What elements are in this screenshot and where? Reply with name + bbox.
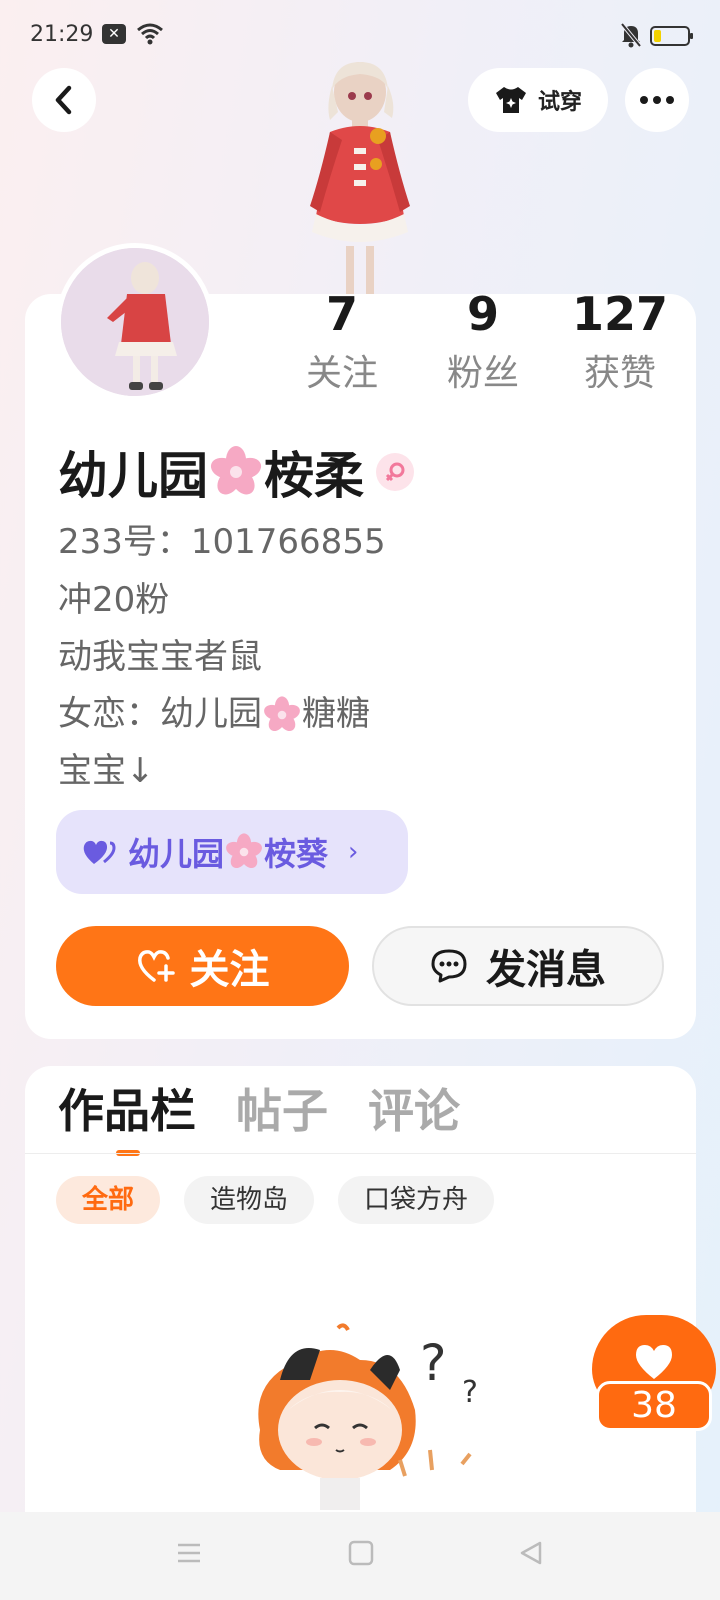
cp-name-part2: 桉葵 [264, 835, 329, 873]
username-part1: 幼儿园 [58, 447, 208, 505]
notification-x-icon: ✕ [102, 24, 126, 44]
bio-line: 女恋：幼儿园 糖糖 [58, 686, 370, 743]
svg-text:?: ? [420, 1334, 447, 1392]
back-button[interactable] [32, 68, 96, 132]
like-count: 38 [596, 1381, 712, 1431]
filter-chips: 全部 造物岛 口袋方舟 [56, 1176, 495, 1224]
tab-works[interactable]: 作品栏 [58, 1080, 196, 1142]
user-id: 233号：101766855 [58, 522, 386, 562]
wifi-icon [137, 23, 163, 45]
system-nav-bar [0, 1512, 720, 1600]
empty-state-mascot: ? ? [258, 1323, 478, 1510]
cherry-blossom-icon [226, 833, 262, 869]
bio-line: 宝宝↓ [58, 751, 155, 791]
character-figure [310, 62, 410, 296]
chip-creation-island[interactable]: 造物岛 [184, 1176, 315, 1224]
battery-icon [650, 26, 693, 46]
more-dots-icon [640, 96, 674, 104]
try-on-label: 试穿 [537, 90, 582, 115]
cherry-blossom-icon [210, 446, 262, 495]
chip-all[interactable]: 全部 [56, 1176, 161, 1224]
stat-likes[interactable]: 127 获赞 [555, 288, 685, 400]
home-icon[interactable] [348, 1540, 374, 1566]
heart-pair-icon [83, 840, 116, 864]
bio-line3-suffix: 糖糖 [302, 694, 370, 734]
chip-pocket-ark[interactable]: 口袋方舟 [338, 1176, 495, 1224]
cherry-blossom-icon [264, 695, 300, 731]
more-button[interactable] [625, 68, 689, 132]
avatar-image [61, 248, 209, 396]
send-message-label: 发消息 [486, 947, 606, 993]
avatar[interactable] [56, 243, 214, 401]
back-nav-icon[interactable] [518, 1540, 544, 1566]
stat-likes-value: 127 [571, 287, 669, 341]
stat-likes-label: 获赞 [583, 353, 656, 394]
bio-line: 动我宝宝者鼠 [58, 637, 262, 677]
bio-line3-prefix: 女恋：幼儿园 [58, 694, 262, 734]
svg-text:?: ? [462, 1375, 478, 1410]
stat-fans[interactable]: 9 粉丝 [418, 288, 548, 400]
divider [25, 1153, 696, 1154]
mute-bell-icon [620, 22, 642, 48]
shirt-icon [495, 87, 526, 113]
username-part2: 桉柔 [264, 447, 364, 505]
follow-button[interactable]: 关注 [56, 926, 349, 1006]
stat-fans-label: 粉丝 [446, 353, 519, 394]
try-on-button[interactable]: 试穿 [468, 68, 608, 132]
content-tabs: 作品栏 帖子 评论 [58, 1080, 460, 1142]
stat-following-value: 7 [325, 287, 358, 341]
send-message-button[interactable]: 发消息 [372, 926, 664, 1006]
stat-following-label: 关注 [305, 353, 378, 394]
chevron-right-icon: › [348, 837, 359, 867]
heart-plus-icon [137, 950, 175, 982]
stat-following[interactable]: 7 关注 [277, 288, 407, 400]
cp-link-pill[interactable]: 幼儿园 桉葵 › [56, 810, 408, 894]
follow-label: 关注 [189, 947, 270, 993]
bio: 冲20粉 动我宝宝者鼠 女恋：幼儿园 糖糖 宝宝↓ [58, 572, 370, 800]
bio-line: 冲20粉 [58, 580, 170, 620]
like-fab[interactable]: 38 [590, 1315, 716, 1431]
female-icon [376, 453, 414, 491]
status-time: 21:29 [30, 22, 94, 47]
cp-name-part1: 幼儿园 [128, 835, 225, 873]
chat-bubble-icon [431, 949, 467, 983]
tab-comments[interactable]: 评论 [368, 1080, 460, 1142]
tab-posts[interactable]: 帖子 [236, 1080, 328, 1142]
stat-fans-value: 9 [466, 287, 499, 341]
username: 幼儿园 桉柔 [58, 436, 414, 508]
chevron-left-icon [55, 85, 72, 115]
menu-icon[interactable] [176, 1540, 202, 1566]
